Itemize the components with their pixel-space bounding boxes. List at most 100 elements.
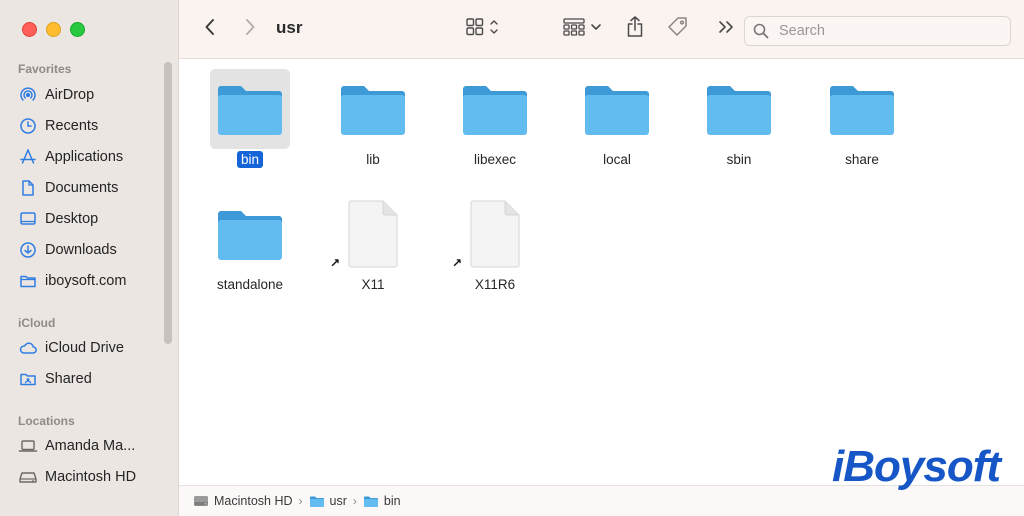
airdrop-icon [18, 85, 38, 105]
sidebar-item-applications[interactable]: Applications [18, 144, 168, 170]
close-button[interactable] [22, 22, 37, 37]
window-title: usr [276, 18, 303, 37]
file-item-share[interactable]: share [812, 59, 912, 174]
path-crumb-label: usr [329, 494, 347, 508]
sidebar-scrollbar[interactable] [164, 62, 172, 344]
group-grid-icon [562, 17, 604, 42]
share-icon [625, 15, 645, 44]
zoom-button[interactable] [70, 22, 85, 37]
file-item-libexec[interactable]: libexec [445, 59, 545, 174]
folder-icon [699, 69, 779, 149]
chevron-right-icon: › [298, 494, 303, 508]
file-name: local [603, 152, 631, 167]
sidebar-item-amanda[interactable]: Amanda Ma... [18, 433, 168, 459]
alias-file-icon: ↗ [452, 194, 535, 274]
sidebar-item-label: Shared [45, 371, 92, 387]
sidebar-item-label: Applications [45, 149, 124, 165]
path-crumb-macintosh-hd[interactable]: Macintosh HD [193, 494, 293, 508]
forward-button[interactable] [239, 16, 261, 42]
folder-icon [455, 69, 535, 149]
search-field[interactable] [744, 16, 1011, 46]
sidebar-item-iboysoft[interactable]: iboysoft.com [18, 268, 168, 294]
view-mode-button[interactable] [464, 16, 504, 42]
folder-icon [210, 194, 290, 274]
sidebar-item-label: Documents [45, 180, 119, 196]
sidebar-section-favorites: Favorites [18, 62, 72, 76]
search-icon [753, 23, 769, 39]
folder-icon [822, 69, 902, 149]
sidebar-section-locations: Locations [18, 414, 75, 428]
laptop-icon [18, 436, 38, 456]
toolbar: usr [179, 0, 1024, 59]
file-item-sbin[interactable]: sbin [689, 59, 789, 174]
desktop-icon [18, 209, 38, 229]
sidebar-item-label: Recents [45, 118, 99, 134]
file-name: X11R6 [474, 277, 516, 292]
alias-arrow-icon: ↗ [452, 256, 463, 270]
search-input[interactable] [777, 22, 1001, 40]
more-toolbar-button[interactable] [715, 16, 737, 42]
sidebar-item-icloud-drive[interactable]: iCloud Drive [18, 335, 168, 361]
file-item-lib[interactable]: lib [323, 59, 423, 174]
document-icon [18, 178, 38, 198]
sidebar-item-label: Desktop [45, 211, 99, 227]
file-name: sbin [726, 152, 752, 167]
chevron-right-icon [244, 18, 256, 41]
sidebar-item-desktop[interactable]: Desktop [18, 206, 168, 232]
window-controls [22, 22, 85, 37]
shared-folder-icon [18, 369, 38, 389]
icon-grid-icon [465, 17, 503, 42]
group-by-button[interactable] [561, 16, 605, 42]
clock-icon [18, 116, 38, 136]
file-item-x11[interactable]: ↗ X11 [323, 184, 423, 299]
sidebar-item-airdrop[interactable]: AirDrop [18, 82, 168, 108]
sidebar-item-documents[interactable]: Documents [18, 175, 168, 201]
folder-icon [577, 69, 657, 149]
sidebar-section-icloud: iCloud [18, 316, 56, 330]
double-chevron-right-icon [717, 19, 735, 40]
sidebar-item-label: Macintosh HD [45, 469, 137, 485]
path-crumb-bin[interactable]: bin [363, 494, 401, 508]
sidebar-item-macintosh-hd[interactable]: Macintosh HD [18, 464, 168, 490]
sidebar-item-downloads[interactable]: Downloads [18, 237, 168, 263]
folder-icon [210, 69, 290, 149]
file-name: share [845, 152, 879, 167]
file-name: bin [236, 151, 263, 168]
minimize-button[interactable] [46, 22, 61, 37]
cloud-icon [18, 338, 38, 358]
path-crumb-usr[interactable]: usr [309, 494, 347, 508]
drive-icon [193, 494, 209, 508]
back-button[interactable] [199, 16, 221, 42]
tag-button[interactable] [665, 16, 691, 42]
file-item-x11r6[interactable]: ↗ X11R6 [445, 184, 545, 299]
file-name: lib [366, 152, 380, 167]
tag-icon [666, 15, 690, 44]
sidebar-item-shared[interactable]: Shared [18, 366, 168, 392]
alias-file-icon: ↗ [330, 194, 413, 274]
file-name: standalone [216, 277, 284, 292]
sidebar-item-label: iCloud Drive [45, 340, 124, 356]
folder-icon [333, 69, 413, 149]
iboysoft-watermark-logo: iBoysoft [832, 442, 1001, 491]
file-name: X11 [361, 277, 385, 292]
file-item-standalone[interactable]: standalone [200, 184, 300, 299]
file-item-local[interactable]: local [567, 59, 667, 174]
download-icon [18, 240, 38, 260]
folder-icon [363, 495, 379, 508]
applications-icon [18, 147, 38, 167]
chevron-left-icon [204, 18, 216, 41]
sidebar-item-recents[interactable]: Recents [18, 113, 168, 139]
sidebar-item-label: Downloads [45, 242, 117, 258]
chevron-right-icon: › [352, 494, 357, 508]
share-button[interactable] [623, 15, 647, 44]
sidebar: Favorites AirDrop Recents Applications D… [0, 0, 179, 516]
folder-icon [18, 271, 38, 291]
file-name: libexec [473, 152, 517, 167]
file-item-bin[interactable]: bin [200, 59, 300, 174]
sidebar-item-label: AirDrop [45, 87, 95, 103]
finder-window: Favorites AirDrop Recents Applications D… [0, 0, 1024, 516]
alias-arrow-icon: ↗ [330, 256, 341, 270]
folder-icon [309, 495, 325, 508]
path-crumb-label: bin [383, 494, 401, 508]
drive-icon [18, 467, 38, 487]
